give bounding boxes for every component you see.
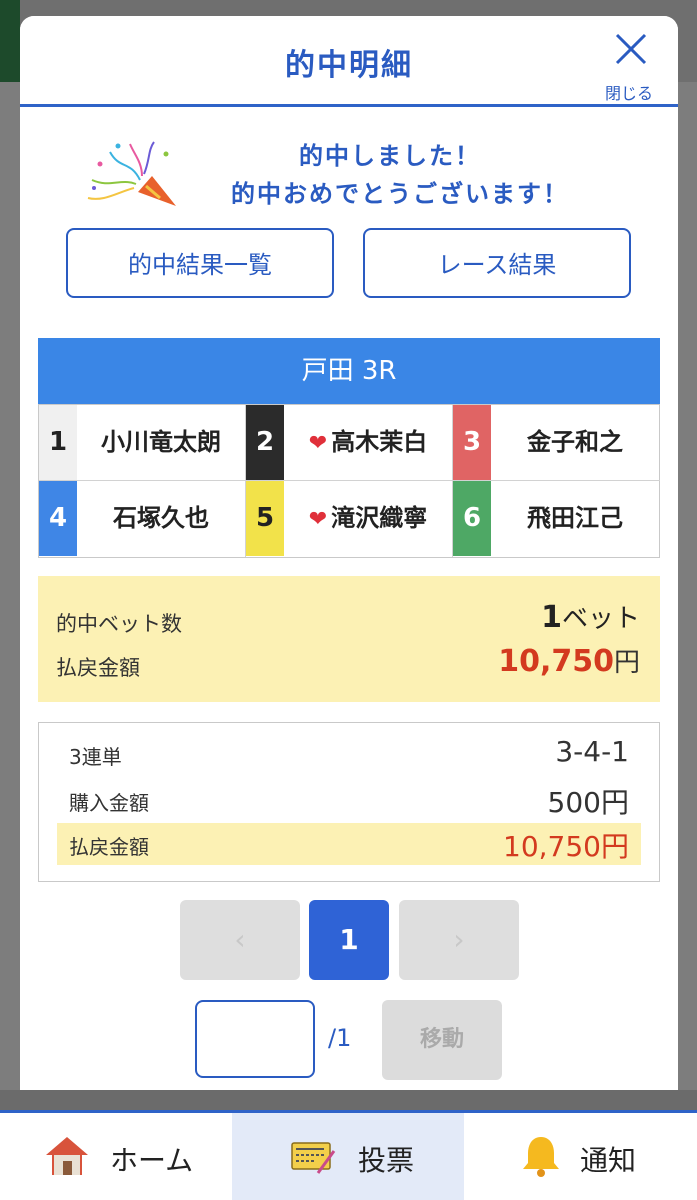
payout-value: 10,750円 [498, 644, 640, 679]
page-total: /1 [328, 1024, 352, 1052]
background-strip [0, 1090, 697, 1110]
modal-title: 的中明細 [285, 48, 413, 83]
bet-type-label: 3連単 [69, 745, 122, 769]
heart-icon: ❤ [308, 431, 328, 456]
nav-notify-label: 通知 [580, 1144, 637, 1177]
ticket-icon [291, 1142, 336, 1174]
racer-number: 5 [246, 481, 284, 556]
racer-cell: 6 飛田江己 [453, 481, 660, 557]
racer-name: ❤ 高木茉白 [308, 428, 428, 456]
heart-icon: ❤ [308, 507, 328, 532]
background-accent [0, 0, 20, 82]
modal-header: 的中明細 閉じる [20, 16, 678, 107]
nav-vote[interactable]: 投票 [232, 1113, 464, 1200]
racer-number: 3 [453, 405, 491, 480]
party-popper-icon [87, 141, 176, 206]
next-page-button[interactable]: › [399, 900, 519, 980]
racer-number: 4 [39, 481, 77, 556]
nav-vote-label: 投票 [358, 1144, 415, 1177]
hit-summary: 的中ベット数 1ベット 払戻金額 10,750円 [38, 576, 660, 702]
bet-detail: 3連単 3-4-1 購入金額 500円 払戻金額 10,750円 [38, 722, 660, 882]
congrats-message: 的中しました！ 的中おめでとうございます！ [80, 134, 640, 226]
purchase-label: 購入金額 [69, 791, 149, 815]
racer-grid: 1 小川竜太朗 2 ❤ 高木茉白 3 金子和之 4 石塚久也 5 ❤ 滝沢織寧 6 … [38, 404, 660, 558]
bets-value: 1ベット [541, 600, 640, 635]
congrats-title: 的中しました！ [299, 142, 481, 170]
racer-cell: 4 石塚久也 [39, 481, 246, 557]
racer-number: 2 [246, 405, 284, 480]
hit-detail-modal: 的中明細 閉じる 的中しました！ 的中おめでとうございます！ 的中結果一覧 レー… [20, 16, 678, 1090]
racer-name: 石塚久也 [113, 504, 209, 532]
bell-icon [523, 1137, 559, 1177]
detail-payout-row: 払戻金額 10,750円 [57, 823, 641, 865]
racer-cell: 2 ❤ 高木茉白 [246, 405, 453, 481]
current-page-button[interactable]: 1 [309, 900, 389, 980]
racer-cell: 5 ❤ 滝沢織寧 [246, 481, 453, 557]
race-result-button[interactable]: レース結果 [363, 228, 631, 298]
bets-label: 的中ベット数 [56, 612, 182, 636]
close-label: 閉じる [604, 84, 653, 103]
bottom-nav: ホーム 投票 通知 [0, 1110, 697, 1200]
racer-number: 6 [453, 481, 491, 556]
racer-name: 小川竜太朗 [101, 428, 221, 456]
racer-number: 1 [39, 405, 77, 480]
nav-notify[interactable]: 通知 [464, 1113, 697, 1200]
payout-label: 払戻金額 [56, 656, 140, 680]
nav-home-label: ホーム [110, 1144, 194, 1177]
nav-home[interactable]: ホーム [0, 1113, 232, 1200]
racer-name: 飛田江己 [527, 504, 623, 532]
page-number-input[interactable] [195, 1000, 315, 1078]
racer-name: ❤ 滝沢織寧 [308, 504, 428, 532]
racer-cell: 3 金子和之 [453, 405, 660, 481]
racer-cell: 1 小川竜太朗 [39, 405, 246, 481]
close-button[interactable]: 閉じる [594, 30, 664, 103]
prev-page-button[interactable]: ‹ [180, 900, 300, 980]
bet-combination: 3-4-1 [555, 735, 629, 768]
congrats-subtitle: 的中おめでとうございます！ [231, 180, 569, 208]
result-list-button[interactable]: 的中結果一覧 [66, 228, 334, 298]
purchase-row: 購入金額 500円 [57, 779, 641, 821]
racer-name: 金子和之 [527, 428, 623, 456]
home-icon [46, 1137, 88, 1175]
move-button[interactable]: 移動 [382, 1000, 502, 1080]
close-icon [615, 33, 647, 65]
detail-payout-value: 10,750円 [503, 830, 629, 863]
bet-type-row: 3連単 3-4-1 [57, 733, 641, 775]
race-title: 戸田 3R [38, 338, 660, 404]
purchase-value: 500円 [547, 786, 629, 819]
detail-payout-label: 払戻金額 [69, 835, 149, 859]
